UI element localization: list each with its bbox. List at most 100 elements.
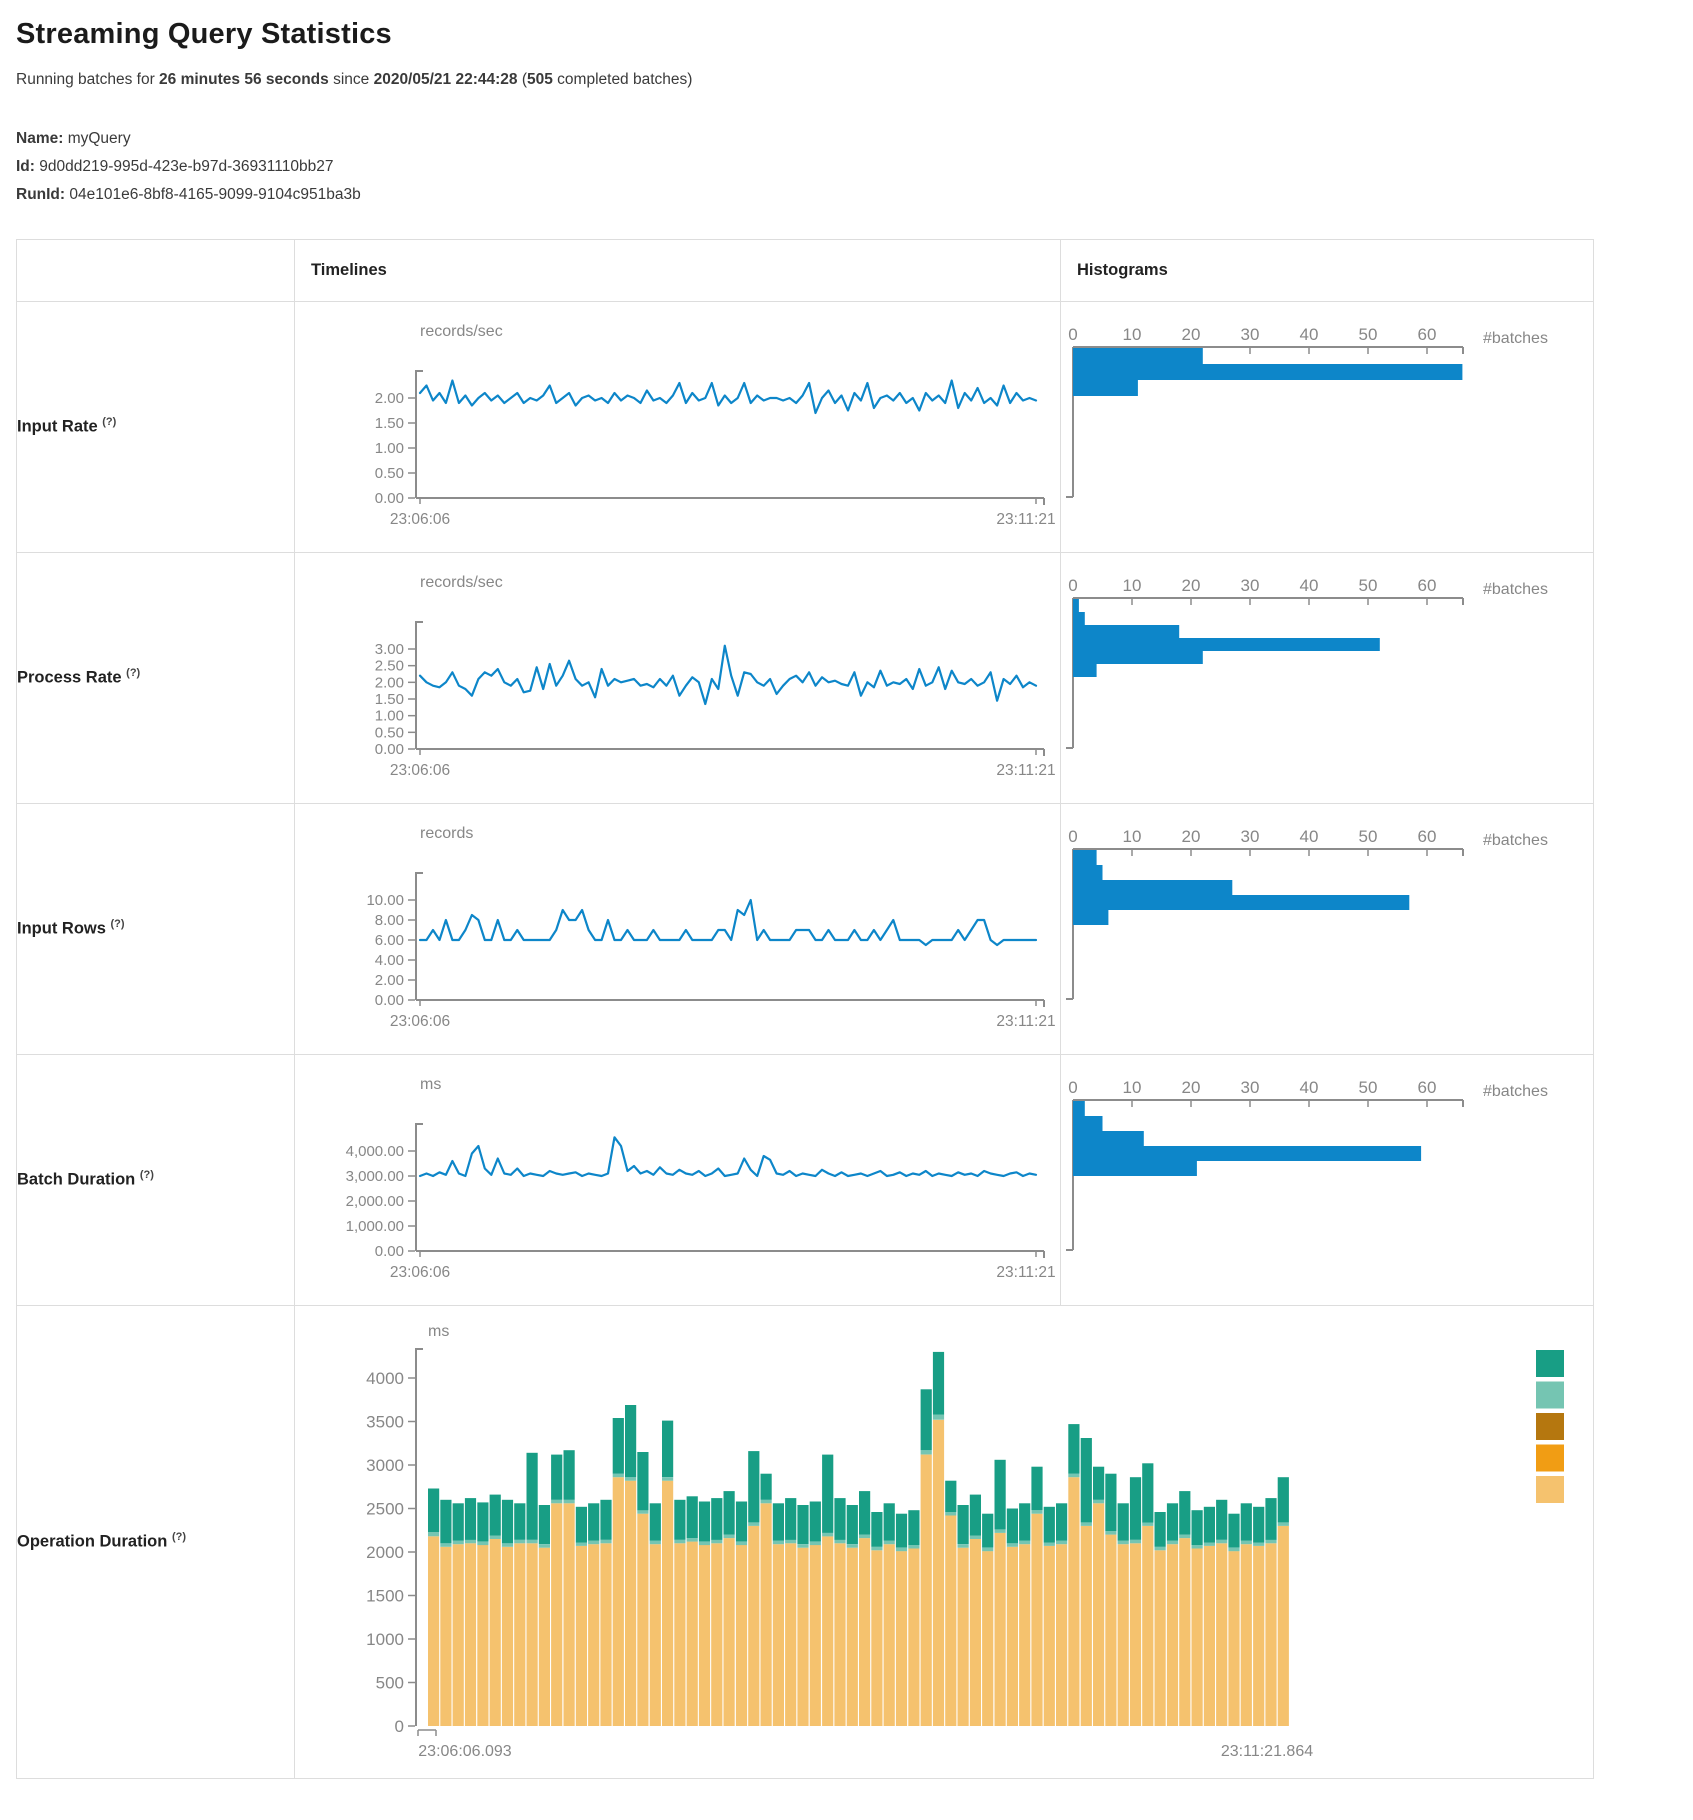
legend-swatch-3 (1536, 1444, 1564, 1471)
name-value: myQuery (68, 130, 131, 147)
runid-value: 04e101e6-8bf8-4165-9099-9104c951ba3b (69, 186, 360, 203)
batch-duration-row: Batch Duration (?) ms4,000.003,000.002,0… (17, 1054, 1594, 1305)
svg-text:2.00: 2.00 (375, 674, 404, 691)
legend-swatch-4 (1536, 1476, 1564, 1503)
svg-text:3.00: 3.00 (375, 641, 404, 658)
svg-text:records/sec: records/sec (420, 323, 503, 340)
input-rows-timeline-chart: records10.008.006.004.002.000.0023:06:06… (295, 804, 1061, 1054)
operation-duration-chart: ms4000350030002500200015001000500023:06:… (295, 1306, 1594, 1778)
completed-batches-count: 505 (527, 71, 553, 88)
svg-text:40: 40 (1300, 827, 1319, 846)
table-header-row: Timelines Histograms (17, 239, 1594, 301)
metric-column-header (17, 239, 295, 301)
svg-text:2.00: 2.00 (375, 972, 404, 989)
input-rows-row: Input Rows (?) records10.008.006.004.002… (17, 803, 1594, 1054)
svg-text:4.00: 4.00 (375, 952, 404, 969)
svg-text:1.00: 1.00 (375, 440, 404, 457)
svg-text:0.50: 0.50 (375, 465, 404, 482)
svg-text:0.50: 0.50 (375, 724, 404, 741)
svg-text:ms: ms (420, 1076, 441, 1093)
svg-text:23:11:21: 23:11:21 (996, 1013, 1055, 1030)
id-value: 9d0dd219-995d-423e-b97d-36931110bb27 (39, 158, 333, 175)
process-rate-row: Process Rate (?) records/sec 3.002.502.00… (17, 552, 1594, 803)
svg-text:ms: ms (428, 1323, 449, 1340)
svg-text:6.00: 6.00 (375, 932, 404, 949)
svg-text:#batches: #batches (1483, 1083, 1548, 1100)
query-runid-row: RunId: 04e101e6-8bf8-4165-9099-9104c951b… (16, 181, 1677, 209)
query-id-row: Id: 9d0dd219-995d-423e-b97d-36931110bb27 (16, 153, 1677, 181)
svg-text:60: 60 (1418, 325, 1437, 344)
svg-text:1,000.00: 1,000.00 (346, 1218, 404, 1235)
legend-swatch-2 (1536, 1413, 1564, 1440)
svg-text:23:11:21: 23:11:21 (996, 511, 1055, 528)
svg-text:3000: 3000 (366, 1456, 404, 1475)
svg-text:23:06:06: 23:06:06 (390, 1264, 450, 1281)
metric-label: Batch Duration (17, 1171, 135, 1189)
input-rows-histogram-chart: 0102030405060#batches (1061, 804, 1594, 1054)
svg-text:40: 40 (1300, 325, 1319, 344)
svg-text:0.00: 0.00 (375, 992, 404, 1009)
svg-text:20: 20 (1182, 325, 1201, 344)
summary-mid: since (329, 71, 374, 88)
name-label: Name: (16, 130, 63, 147)
svg-text:30: 30 (1241, 827, 1260, 846)
svg-text:60: 60 (1418, 827, 1437, 846)
svg-text:2.50: 2.50 (375, 657, 404, 674)
help-icon[interactable]: (?) (172, 1531, 186, 1543)
histograms-column-header: Histograms (1061, 239, 1594, 301)
svg-text:20: 20 (1182, 827, 1201, 846)
legend-swatch-1 (1536, 1381, 1564, 1408)
batch-duration-label-cell: Batch Duration (?) (17, 1054, 295, 1305)
query-metadata: Name: myQuery Id: 9d0dd219-995d-423e-b97… (16, 125, 1677, 209)
svg-text:2000: 2000 (366, 1543, 404, 1562)
svg-text:23:06:06.093: 23:06:06.093 (418, 1743, 512, 1760)
metric-label: Input Rate (17, 418, 98, 436)
svg-text:20: 20 (1182, 576, 1201, 595)
svg-text:10: 10 (1123, 325, 1142, 344)
svg-text:0: 0 (1068, 576, 1077, 595)
svg-text:50: 50 (1359, 576, 1378, 595)
svg-text:23:11:21.864: 23:11:21.864 (1221, 1743, 1313, 1760)
svg-text:23:06:06: 23:06:06 (390, 511, 450, 528)
runid-label: RunId: (16, 186, 65, 203)
running-batches-summary: Running batches for 26 minutes 56 second… (16, 71, 1677, 89)
svg-text:23:06:06: 23:06:06 (390, 1013, 450, 1030)
help-icon[interactable]: (?) (140, 1169, 154, 1181)
svg-text:1.50: 1.50 (375, 691, 404, 708)
streaming-statistics-page: Streaming Query Statistics Running batch… (0, 0, 1693, 1779)
svg-text:10.00: 10.00 (366, 892, 404, 909)
page-title: Streaming Query Statistics (16, 18, 1677, 51)
svg-text:0.00: 0.00 (375, 1243, 404, 1260)
svg-text:30: 30 (1241, 1078, 1260, 1097)
svg-text:10: 10 (1123, 576, 1142, 595)
svg-text:4000: 4000 (366, 1369, 404, 1388)
statistics-table: Timelines Histograms Input Rate (?) reco… (16, 239, 1594, 1779)
input-rate-row: Input Rate (?) records/sec2.001.501.000.… (17, 301, 1594, 552)
metric-label: Input Rows (17, 920, 106, 938)
summary-suffix: completed batches) (553, 71, 693, 88)
svg-text:20: 20 (1182, 1078, 1201, 1097)
process-rate-histogram-chart: 0102030405060#batches (1061, 553, 1594, 803)
input-rate-timeline-chart: records/sec2.001.501.000.500.0023:06:062… (295, 302, 1061, 552)
svg-text:23:11:21: 23:11:21 (996, 1264, 1055, 1281)
help-icon[interactable]: (?) (111, 918, 125, 930)
help-icon[interactable]: (?) (102, 416, 116, 428)
svg-text:40: 40 (1300, 1078, 1319, 1097)
id-label: Id: (16, 158, 35, 175)
help-icon[interactable]: (?) (126, 667, 140, 679)
svg-text:23:06:06: 23:06:06 (390, 762, 450, 779)
svg-text:records/sec: records/sec (420, 574, 503, 591)
input-rate-histogram-chart: 0102030405060#batches (1061, 302, 1594, 552)
svg-text:#batches: #batches (1483, 832, 1548, 849)
metric-label: Operation Duration (17, 1533, 167, 1551)
batch-duration-timeline-chart: ms4,000.003,000.002,000.001,000.000.0023… (295, 1055, 1061, 1305)
process-rate-label-cell: Process Rate (?) (17, 552, 295, 803)
svg-text:50: 50 (1359, 827, 1378, 846)
input-rows-label-cell: Input Rows (?) (17, 803, 295, 1054)
svg-text:3500: 3500 (366, 1412, 404, 1431)
summary-prefix: Running batches for (16, 71, 159, 88)
metric-label: Process Rate (17, 669, 122, 687)
svg-text:0: 0 (1068, 1078, 1077, 1097)
batch-duration-histogram-chart: 0102030405060#batches (1061, 1055, 1594, 1305)
svg-text:1500: 1500 (366, 1586, 404, 1605)
